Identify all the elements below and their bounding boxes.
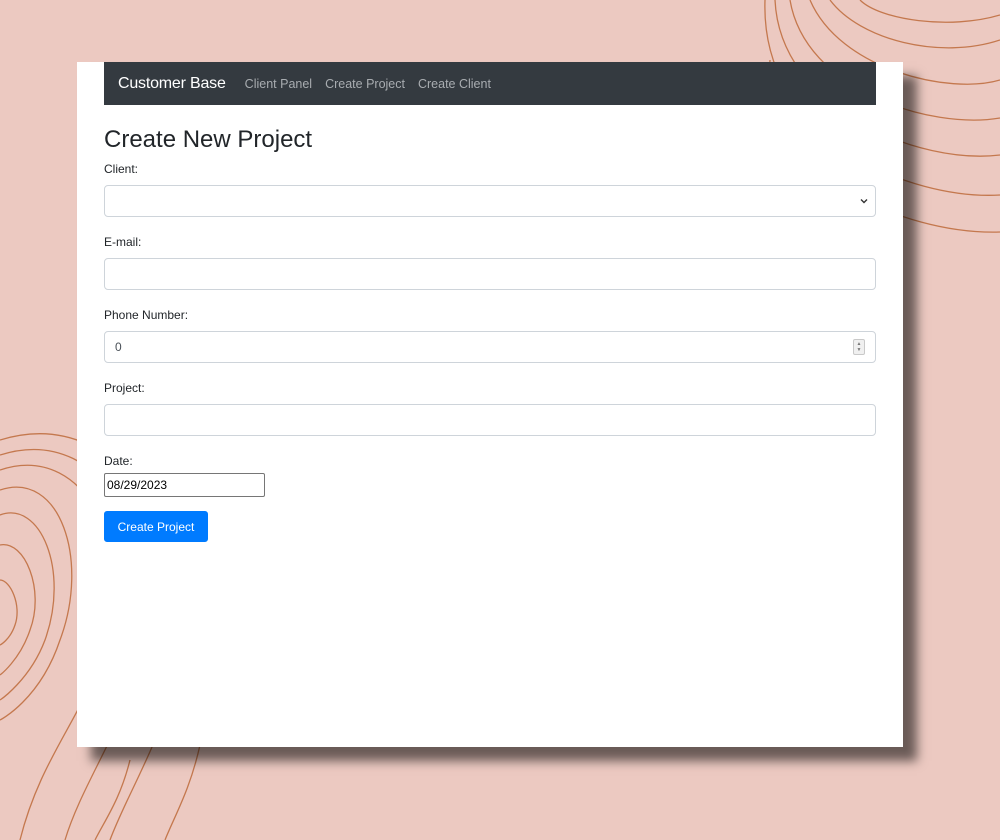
app-window: Customer Base Client Panel Create Projec… <box>77 62 903 747</box>
project-input[interactable] <box>104 404 876 436</box>
navbar: Customer Base Client Panel Create Projec… <box>104 62 876 105</box>
project-label: Project: <box>104 381 145 395</box>
phone-label: Phone Number: <box>104 308 189 322</box>
date-input-value: 08/29/2023 <box>107 478 168 492</box>
client-select[interactable] <box>104 185 876 217</box>
number-spinner-icon[interactable]: ▲ ▼ <box>853 339 865 355</box>
spinner-down-icon: ▼ <box>856 347 862 353</box>
email-label: E-mail: <box>104 235 142 249</box>
chevron-down-icon <box>860 199 868 204</box>
phone-field-group: Phone Number: 0 ▲ ▼ <box>104 308 876 363</box>
nav-link-create-project[interactable]: Create Project <box>325 77 405 91</box>
create-project-button[interactable]: Create Project <box>104 511 208 542</box>
client-field-group: Client: <box>104 162 876 217</box>
navbar-brand[interactable]: Customer Base <box>118 75 226 93</box>
date-field-group: Date: 08/29/2023 <box>104 454 876 497</box>
client-label: Client: <box>104 162 139 176</box>
phone-input[interactable]: 0 ▲ ▼ <box>104 331 876 363</box>
phone-input-value: 0 <box>115 340 122 354</box>
email-input[interactable] <box>104 258 876 290</box>
nav-link-create-client[interactable]: Create Client <box>418 77 491 91</box>
page-title: Create New Project <box>104 126 313 153</box>
date-input[interactable]: 08/29/2023 <box>104 473 265 497</box>
create-project-form: Create New Project Client: E-mail: Phone… <box>104 125 876 542</box>
email-field-group: E-mail: <box>104 235 876 290</box>
date-label: Date: <box>104 454 133 468</box>
project-field-group: Project: <box>104 381 876 436</box>
nav-link-client-panel[interactable]: Client Panel <box>245 77 312 91</box>
